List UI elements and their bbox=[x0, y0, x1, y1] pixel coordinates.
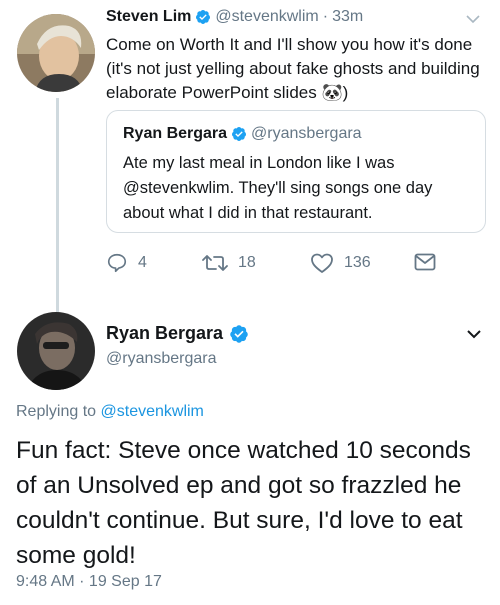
retweet-count: 18 bbox=[238, 254, 256, 271]
verified-badge-icon bbox=[230, 324, 248, 343]
reply-count: 4 bbox=[138, 254, 147, 271]
direct-message-action[interactable] bbox=[414, 252, 436, 272]
retweet-action[interactable]: 18 bbox=[202, 252, 256, 274]
quoted-display-name: Ryan Bergara bbox=[123, 125, 228, 142]
like-action[interactable]: 136 bbox=[310, 252, 371, 274]
replying-to-prefix: Replying to bbox=[16, 403, 97, 420]
replying-to-line: Replying to @stevenkwlim bbox=[16, 403, 204, 421]
tweet2-header: Ryan Bergara bbox=[106, 323, 249, 344]
chevron-down-icon[interactable] bbox=[466, 328, 482, 340]
tweet2-timestamp[interactable]: 9:48 AM · 19 Sep 17 bbox=[16, 573, 162, 591]
quoted-tweet-card[interactable]: Ryan Bergara @ryansbergara Ate my last m… bbox=[106, 110, 486, 233]
chevron-down-icon[interactable] bbox=[466, 14, 480, 24]
heart-icon bbox=[311, 253, 333, 273]
steven-lim-avatar[interactable] bbox=[17, 14, 95, 92]
verified-badge-icon bbox=[232, 127, 247, 141]
ryan-bergara-avatar[interactable] bbox=[17, 312, 95, 390]
thread-connector-line bbox=[56, 98, 59, 326]
tweet1-text: Come on Worth It and I'll show you how i… bbox=[106, 35, 480, 102]
quoted-tweet-header: Ryan Bergara @ryansbergara bbox=[123, 125, 362, 143]
tweet2-text: Fun fact: Steve once watched 10 seconds … bbox=[16, 437, 471, 569]
reply-action[interactable]: 4 bbox=[106, 252, 147, 274]
verified-badge-icon bbox=[196, 10, 211, 24]
tweet1-handle[interactable]: @stevenkwlim bbox=[215, 8, 318, 26]
retweet-icon bbox=[202, 255, 228, 271]
tweet1-age[interactable]: 33m bbox=[332, 8, 363, 26]
reply-icon bbox=[107, 253, 127, 273]
quoted-tweet-text: Ate my last meal in London like I was @s… bbox=[123, 154, 433, 222]
tweet2-handle[interactable]: @ryansbergara bbox=[106, 350, 217, 368]
quoted-handle: @ryansbergara bbox=[251, 125, 362, 142]
tweet1-display-name[interactable]: Steven Lim bbox=[106, 8, 191, 26]
envelope-icon bbox=[414, 253, 436, 271]
tweet1-action-bar: 4 18 136 bbox=[106, 252, 446, 276]
replying-to-link[interactable]: @stevenkwlim bbox=[101, 403, 204, 420]
tweet1-separator: · bbox=[322, 8, 329, 25]
tweet2-display-name[interactable]: Ryan Bergara bbox=[106, 323, 223, 344]
like-count: 136 bbox=[344, 254, 371, 271]
tweet1-header: Steven Lim @stevenkwlim · 33m bbox=[106, 8, 363, 26]
